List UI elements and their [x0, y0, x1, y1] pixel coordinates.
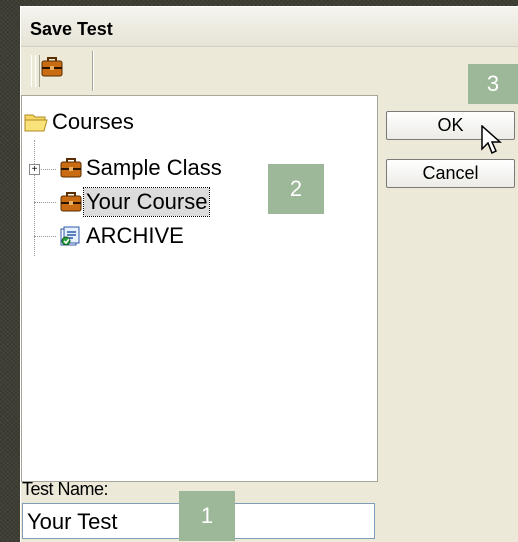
tree-node-label: Your Course — [82, 187, 211, 217]
briefcase-icon — [58, 157, 84, 179]
step-callout-1: 1 — [179, 491, 235, 541]
tree-connector — [34, 202, 56, 203]
toolbar-separator — [92, 51, 94, 91]
course-tree[interactable]: Courses + Sample Class Your Course ARCHI… — [21, 95, 378, 482]
tree-node-archive[interactable]: ARCHIVE — [58, 222, 186, 250]
tree-connector — [34, 140, 35, 256]
tree-node-label: Sample Class — [86, 155, 222, 180]
dialog-title: Save Test — [30, 19, 113, 39]
tree-node-sample-class[interactable]: Sample Class — [58, 154, 224, 182]
briefcase-icon[interactable] — [40, 55, 64, 79]
step-callout-2: 2 — [268, 164, 324, 214]
cancel-button[interactable]: Cancel — [386, 159, 515, 188]
test-name-label: Test Name: — [22, 479, 109, 499]
folder-open-icon — [24, 111, 50, 133]
toolbar — [21, 47, 518, 94]
dialog-titlebar[interactable]: Save Test — [21, 7, 518, 47]
briefcase-icon — [58, 191, 84, 213]
tree-node-your-course[interactable]: Your Course — [58, 187, 211, 217]
expand-toggle[interactable]: + — [29, 164, 40, 175]
tree-connector — [34, 236, 56, 237]
mouse-cursor-icon — [481, 124, 503, 160]
archive-icon — [58, 225, 84, 247]
tree-node-label: Courses — [52, 109, 134, 134]
step-callout-3: 3 — [468, 64, 518, 104]
tree-node-label: ARCHIVE — [86, 223, 184, 248]
tree-node-courses[interactable]: Courses — [24, 108, 136, 136]
save-test-dialog: Save Test Courses + Sample Class Your Co… — [20, 6, 518, 542]
